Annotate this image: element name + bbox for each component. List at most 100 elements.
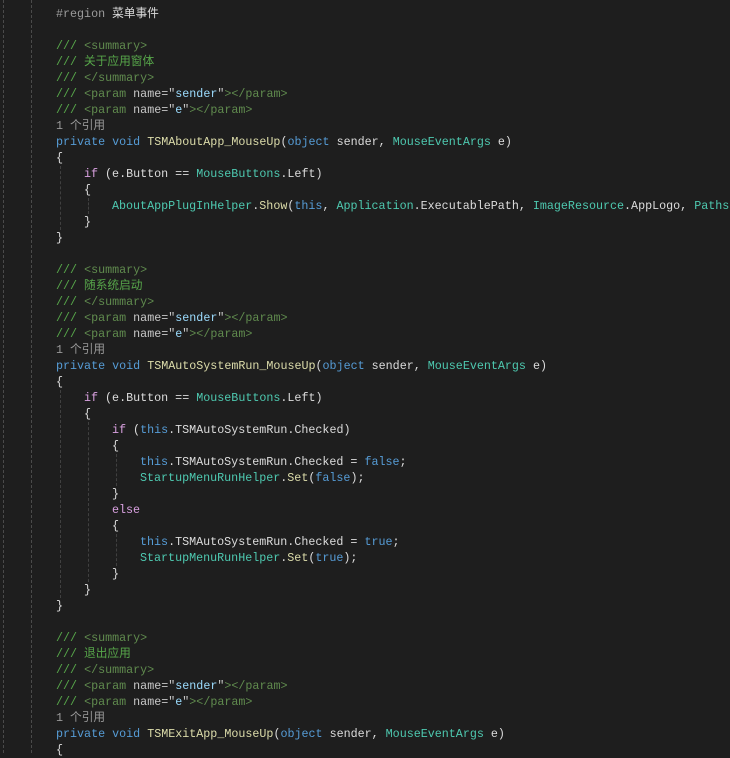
code-line[interactable]: { (84, 182, 91, 198)
code-line[interactable]: /// 随系统启动 (56, 278, 143, 294)
code-token: MouseButtons (196, 391, 281, 405)
code-token: </summary> (84, 295, 155, 309)
code-line[interactable]: { (56, 742, 63, 758)
code-token: /// (56, 39, 85, 53)
code-token: } (112, 567, 120, 581)
code-token: ></param> (224, 87, 288, 101)
code-token: } (56, 231, 64, 245)
code-line[interactable]: /// <summary> (56, 262, 147, 278)
code-line[interactable]: } (84, 582, 91, 598)
code-line[interactable]: 1 个引用 (56, 118, 105, 134)
code-line[interactable]: private void TSMAutoSystemRun_MouseUp(ob… (56, 358, 547, 374)
code-line[interactable]: } (112, 486, 119, 502)
code-token: /// 随系统启动 (56, 279, 143, 293)
code-line[interactable]: /// <param name="e"></param> (56, 326, 252, 342)
code-line[interactable]: AboutAppPlugInHelper.Show(this, Applicat… (112, 198, 730, 214)
code-line[interactable]: #region 菜单事件 (56, 6, 159, 22)
code-line[interactable]: { (84, 406, 91, 422)
code-token: { (56, 151, 64, 165)
code-token: Set (287, 471, 309, 485)
code-line[interactable]: this.TSMAutoSystemRun.Checked = true; (140, 534, 400, 550)
code-token: </summary> (84, 663, 155, 677)
code-token: TSMAutoSystemRun_MouseUp (147, 359, 316, 373)
code-token: { (112, 519, 120, 533)
code-token: } (84, 215, 92, 229)
code-line[interactable]: /// <param name="sender"></param> (56, 310, 288, 326)
code-line[interactable]: private void TSMExitApp_MouseUp(object s… (56, 726, 505, 742)
code-token: object (280, 727, 330, 741)
code-line[interactable]: 1 个引用 (56, 710, 105, 726)
code-line[interactable]: StartupMenuRunHelper.Set(true); (140, 550, 357, 566)
code-token: /// (56, 663, 85, 677)
code-line[interactable]: /// </summary> (56, 294, 154, 310)
code-token: #region (56, 7, 113, 21)
code-token: ></param> (224, 679, 288, 693)
code-line[interactable]: { (56, 150, 63, 166)
code-token: this (140, 423, 169, 437)
code-token: ); (350, 471, 365, 485)
code-token: <param (84, 103, 134, 117)
code-token: name=" (133, 311, 176, 325)
code-token: ( (315, 359, 323, 373)
code-token: { (56, 375, 64, 389)
code-token: sender (175, 311, 218, 325)
code-token: MouseEventArgs (392, 135, 498, 149)
code-token: ></param> (224, 311, 288, 325)
code-line[interactable]: /// </summary> (56, 662, 154, 678)
code-token: /// 关于应用窗体 (56, 55, 155, 69)
code-line[interactable]: private void TSMAboutApp_MouseUp(object … (56, 134, 512, 150)
code-token: <summary> (84, 39, 148, 53)
code-line[interactable]: /// 退出应用 (56, 646, 131, 662)
code-line[interactable]: this.TSMAutoSystemRun.Checked = false; (140, 454, 407, 470)
code-token: , (322, 199, 337, 213)
code-line[interactable]: if (this.TSMAutoSystemRun.Checked) (112, 422, 350, 438)
code-line[interactable]: if (e.Button == MouseButtons.Left) (84, 390, 323, 406)
code-line[interactable]: /// <param name="sender"></param> (56, 678, 288, 694)
code-token: <summary> (84, 631, 148, 645)
code-line[interactable]: StartupMenuRunHelper.Set(false); (140, 470, 364, 486)
code-token: if (84, 391, 106, 405)
code-token: StartupMenuRunHelper (140, 471, 281, 485)
code-line[interactable]: else (112, 502, 140, 518)
code-token: name=" (133, 103, 176, 117)
code-line[interactable]: /// <param name="sender"></param> (56, 86, 288, 102)
code-line[interactable]: /// </summary> (56, 70, 154, 86)
code-token: .ExecutablePath, (413, 199, 533, 213)
outline-guide (3, 0, 4, 753)
code-line[interactable]: { (56, 374, 63, 390)
code-token: sender (175, 679, 218, 693)
code-token: ); (343, 551, 358, 565)
code-token: ; (399, 455, 407, 469)
code-token: 1 个引用 (56, 711, 106, 725)
code-token: { (56, 743, 64, 757)
code-line[interactable]: } (112, 566, 119, 582)
code-line[interactable]: /// <param name="e"></param> (56, 102, 252, 118)
code-token: this (294, 199, 323, 213)
indent-guide (116, 534, 117, 566)
code-line[interactable]: /// <summary> (56, 38, 147, 54)
indent-guide (60, 390, 61, 598)
code-token: <param (84, 679, 134, 693)
code-line[interactable]: { (112, 438, 119, 454)
code-token: } (84, 583, 92, 597)
code-line[interactable]: } (56, 230, 63, 246)
code-token: (e.Button == (105, 391, 197, 405)
code-token: /// (56, 87, 85, 101)
code-token: /// (56, 71, 85, 85)
code-token: name=" (133, 87, 176, 101)
code-line[interactable]: if (e.Button == MouseButtons.Left) (84, 166, 323, 182)
code-token: private void (56, 727, 148, 741)
code-token: } (56, 599, 64, 613)
code-token: TSMExitApp_MouseUp (147, 727, 274, 741)
code-token: 1 个引用 (56, 119, 106, 133)
code-line[interactable]: } (56, 598, 63, 614)
code-token: this (140, 535, 169, 549)
code-line[interactable]: { (112, 518, 119, 534)
code-token: <param (84, 327, 134, 341)
code-line[interactable]: } (84, 214, 91, 230)
code-line[interactable]: 1 个引用 (56, 342, 105, 358)
code-line[interactable]: /// <summary> (56, 630, 147, 646)
code-line[interactable]: /// <param name="e"></param> (56, 694, 252, 710)
code-token: /// (56, 631, 85, 645)
code-line[interactable]: /// 关于应用窗体 (56, 54, 154, 70)
